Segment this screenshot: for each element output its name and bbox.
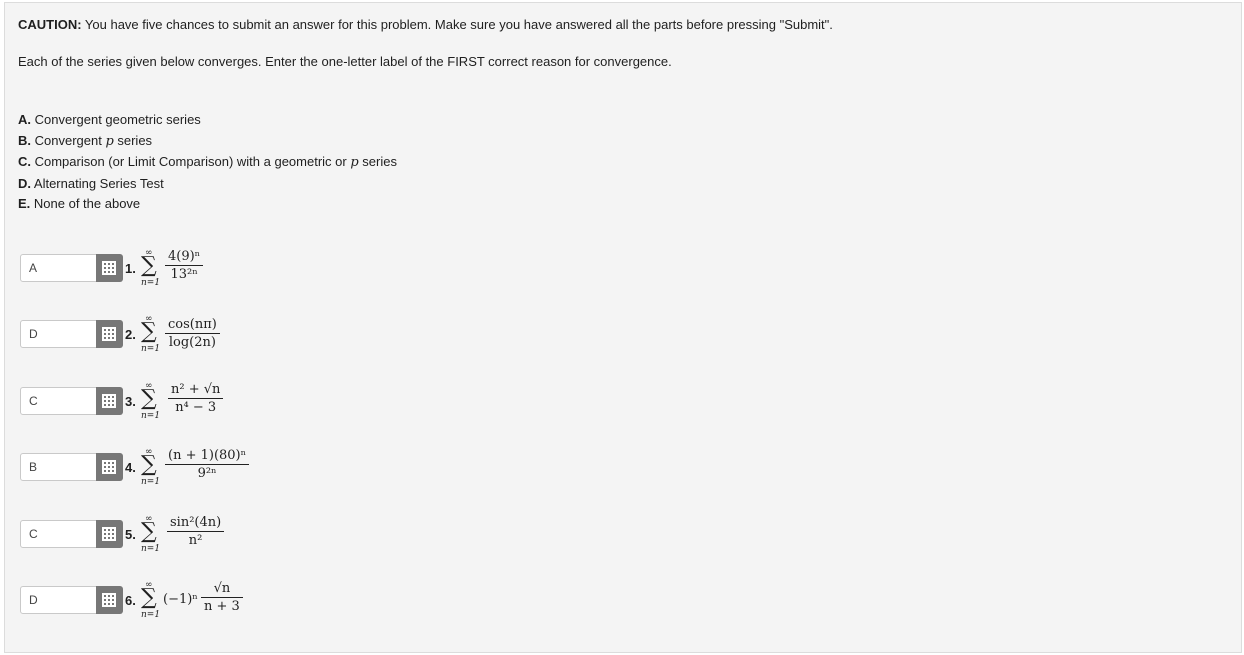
- series-term: cos(nπ) log(2n): [165, 317, 220, 350]
- series-term: sin²(4n) n²: [167, 515, 225, 548]
- problem-panel: CAUTION: You have five chances to submit…: [4, 2, 1242, 653]
- alternating-factor: (−1)ⁿ: [163, 592, 198, 607]
- option-letter: A.: [18, 112, 31, 127]
- caution-text: You have five chances to submit an answe…: [81, 17, 833, 32]
- equation-editor-button-2[interactable]: [96, 320, 123, 348]
- series-term: 4(9)ⁿ 13²ⁿ: [165, 249, 204, 282]
- answer-input-1[interactable]: [20, 254, 98, 282]
- equation-editor-button-6[interactable]: [96, 586, 123, 614]
- instructions-text: Each of the series given below converges…: [18, 54, 672, 69]
- option-a: A. Convergent geometric series: [18, 110, 397, 131]
- problem-row-4: 4. ∞∑n=1 (n + 1)(80)ⁿ9²ⁿ: [5, 447, 405, 512]
- option-text: Comparison (or Limit Comparison) with a …: [31, 154, 351, 169]
- option-letter: E.: [18, 196, 31, 211]
- grid-icon: [102, 261, 116, 275]
- problem-row-1: 1. ∞∑n=1 4(9)ⁿ13²ⁿ: [5, 248, 405, 312]
- option-text: Alternating Series Test: [31, 175, 164, 191]
- option-d: D. Alternating Series Test: [18, 174, 397, 195]
- problem-number: 3.: [125, 394, 136, 409]
- option-text-after: series: [113, 132, 153, 148]
- option-letter: C.: [18, 154, 31, 169]
- reason-options-list: A. Convergent geometric series B. Conver…: [18, 110, 397, 215]
- grid-icon: [102, 527, 116, 541]
- option-b: B. Convergent p series: [18, 131, 397, 153]
- answer-input-6[interactable]: [20, 586, 98, 614]
- equation-editor-button-1[interactable]: [96, 254, 123, 282]
- grid-icon: [102, 327, 116, 341]
- problem-row-2: 2. ∞∑n=1 cos(nπ)log(2n): [5, 314, 405, 378]
- series-term: n² + √n n⁴ − 3: [168, 382, 224, 415]
- series-term: (n + 1)(80)ⁿ 9²ⁿ: [165, 448, 250, 481]
- answer-input-5[interactable]: [20, 520, 98, 548]
- option-text: Convergent: [31, 132, 106, 148]
- equation-editor-button-3[interactable]: [96, 387, 123, 415]
- caution-notice: CAUTION: You have five chances to submit…: [18, 17, 833, 32]
- equation-editor-button-5[interactable]: [96, 520, 123, 548]
- equation-editor-button-4[interactable]: [96, 453, 123, 481]
- series-term: √n n + 3: [201, 581, 243, 614]
- option-e: E. None of the above: [18, 194, 397, 215]
- option-math-p: p: [105, 133, 114, 149]
- problem-row-6: 6. ∞∑n=1 (−1)ⁿ √nn + 3: [5, 580, 405, 644]
- problem-number: 4.: [125, 460, 136, 475]
- problem-row-5: 5. ∞∑n=1 sin²(4n)n²: [5, 514, 405, 578]
- caution-label: CAUTION:: [18, 17, 82, 32]
- option-text-after: series: [358, 154, 397, 169]
- problem-number: 1.: [125, 261, 136, 276]
- answer-input-2[interactable]: [20, 320, 98, 348]
- option-letter: D.: [18, 175, 31, 191]
- grid-icon: [102, 460, 116, 474]
- grid-icon: [102, 593, 116, 607]
- problem-number: 5.: [125, 527, 136, 542]
- grid-icon: [102, 394, 116, 408]
- answer-input-4[interactable]: [20, 453, 98, 481]
- option-math-p: p: [350, 155, 359, 170]
- problem-number: 6.: [125, 593, 136, 608]
- option-c: C. Comparison (or Limit Comparison) with…: [18, 152, 397, 174]
- answer-input-3[interactable]: [20, 387, 98, 415]
- option-text: None of the above: [30, 196, 141, 211]
- problem-number: 2.: [125, 327, 136, 342]
- problem-row-3: 3. ∞∑n=1 n² + √nn⁴ − 3: [5, 381, 405, 445]
- option-text: Convergent geometric series: [31, 112, 201, 127]
- option-letter: B.: [18, 132, 31, 148]
